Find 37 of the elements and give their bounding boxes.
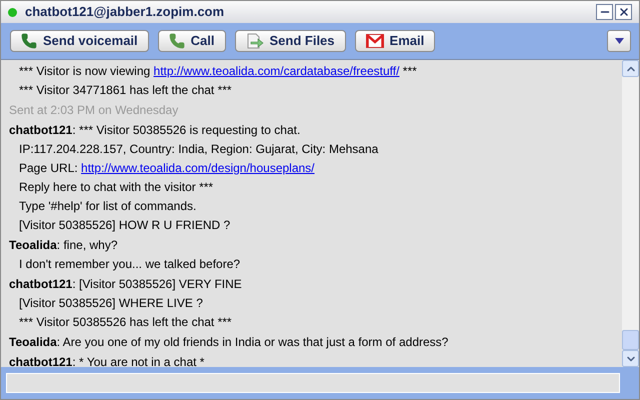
chat-line: [Visitor 50385526] WHERE LIVE ? bbox=[19, 296, 203, 310]
toolbar-button[interactable]: Email bbox=[354, 30, 436, 52]
caret-icon bbox=[614, 38, 624, 44]
toolbar-button[interactable]: Send voicemail bbox=[10, 30, 149, 52]
close-icon bbox=[618, 6, 630, 18]
chat-line: chatbot121: *** Visitor 50385526 is requesting to chat. bbox=[9, 123, 300, 137]
chat-line: *** Visitor is now viewing http://www.teoalida.com/cardatabase/freestuff/ *** bbox=[19, 64, 417, 78]
dropdown-button[interactable] bbox=[607, 30, 631, 52]
chat-line: Type '#help' for list of commands. bbox=[19, 199, 196, 213]
timestamp: Sent at 2:03 PM on Wednesday bbox=[9, 103, 178, 117]
toolbar-button[interactable]: Send Files bbox=[234, 30, 346, 52]
chat-line: *** Visitor 34771861 has left the chat *** bbox=[19, 83, 232, 97]
minimize-button[interactable] bbox=[596, 4, 613, 20]
close-button[interactable] bbox=[615, 4, 632, 20]
scroll-down-button[interactable] bbox=[622, 350, 639, 367]
chat-line: *** Visitor 50385526 has left the chat *** bbox=[19, 315, 232, 329]
message-input[interactable] bbox=[6, 373, 620, 393]
scrollbar[interactable] bbox=[622, 60, 639, 367]
phone-icon bbox=[168, 33, 185, 49]
chat-line: chatbot121: [Visitor 50385526] VERY FINE bbox=[9, 277, 242, 291]
chat-line: chatbot121: * You are not in a chat * bbox=[9, 355, 204, 367]
document-arrow-icon bbox=[246, 33, 264, 49]
chat-line: [Visitor 50385526] HOW R U FRIEND ? bbox=[19, 218, 230, 232]
chat-line: Reply here to chat with the visitor *** bbox=[19, 180, 214, 194]
chat-line: I don't remember you... we talked before? bbox=[19, 257, 240, 271]
phone-icon bbox=[21, 33, 37, 49]
chat-line: Page URL: http://www.teoalida.com/design/houseplans/ bbox=[19, 161, 315, 175]
scroll-up-button[interactable] bbox=[622, 60, 639, 77]
chat-line: Teoalida: fine, why? bbox=[9, 238, 118, 252]
toolbar-button[interactable]: Call bbox=[158, 30, 226, 52]
envelope-m-icon bbox=[366, 34, 384, 48]
scroll-thumb[interactable] bbox=[622, 330, 639, 350]
chat-line: IP:117.204.228.157, Country: India, Region: Gujarat, City: Mehsana bbox=[19, 142, 378, 156]
link[interactable]: http://www.teoalida.com/cardatabase/freestuff/ bbox=[154, 64, 400, 78]
link[interactable]: http://www.teoalida.com/design/houseplans/ bbox=[81, 161, 315, 175]
window-title: chatbot121@jabber1.zopim.com bbox=[25, 3, 224, 22]
chat-line: Teoalida: Are you one of my old friends in India or was that just a form of address? bbox=[9, 335, 448, 349]
